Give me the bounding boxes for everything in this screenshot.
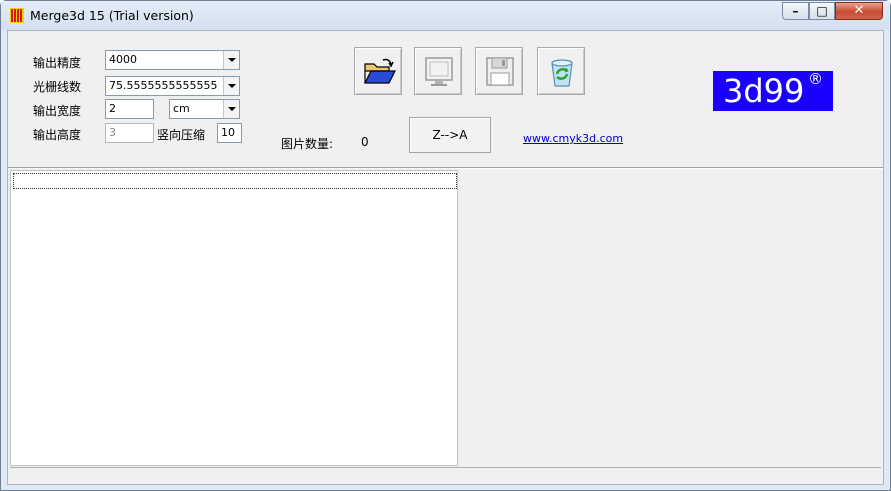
- image-count-value: 0: [361, 135, 369, 149]
- list-item[interactable]: [13, 173, 457, 189]
- close-button[interactable]: ✕: [835, 2, 883, 20]
- unit-select[interactable]: cm: [169, 99, 240, 119]
- open-button[interactable]: [354, 47, 402, 95]
- height-input: 3: [105, 123, 154, 143]
- app-icon: [10, 8, 24, 23]
- minimize-icon: –: [792, 4, 799, 18]
- floppy-disk-icon: [486, 57, 514, 86]
- lpi-select[interactable]: 75.5555555555555: [105, 76, 240, 96]
- client-area: 输出精度 4000 光栅线数 75.5555555555555 输出宽度 2 c…: [7, 30, 884, 485]
- sort-z-a-button[interactable]: Z-->A: [409, 117, 491, 153]
- clear-button[interactable]: [537, 47, 585, 95]
- width-label: 输出宽度: [33, 104, 82, 118]
- maximize-icon: □: [816, 4, 828, 18]
- chevron-down-icon[interactable]: [223, 77, 239, 95]
- maximize-button[interactable]: □: [809, 2, 835, 20]
- compress-input[interactable]: 10: [217, 123, 242, 143]
- website-link[interactable]: www.cmyk3d.com: [523, 132, 623, 145]
- logo-text: 3d99: [723, 72, 805, 110]
- window-title: Merge3d 15 (Trial version): [30, 8, 194, 23]
- app-window: Merge3d 15 (Trial version) – □ ✕ 输出精度 40…: [0, 0, 891, 491]
- unit-value: cm: [173, 102, 190, 115]
- preview-button[interactable]: [414, 47, 462, 95]
- lpi-label: 光栅线数: [33, 80, 82, 94]
- chevron-down-icon[interactable]: [223, 51, 239, 69]
- close-icon: ✕: [853, 3, 865, 18]
- width-input[interactable]: 2: [105, 99, 154, 119]
- compress-label: 竖向压缩: [157, 128, 206, 142]
- brand-logo: 3d99 ®: [713, 70, 833, 111]
- height-label: 输出高度: [33, 128, 82, 142]
- divider: [8, 167, 883, 169]
- registered-mark: ®: [808, 70, 823, 88]
- resolution-select[interactable]: 4000: [105, 50, 240, 70]
- chevron-down-icon[interactable]: [223, 100, 239, 118]
- monitor-icon: [425, 57, 453, 86]
- save-button[interactable]: [475, 47, 523, 95]
- lpi-value: 75.5555555555555: [109, 79, 218, 92]
- minimize-button[interactable]: –: [782, 2, 809, 20]
- image-count-label: 图片数量:: [281, 137, 334, 151]
- resolution-label: 输出精度: [33, 56, 82, 70]
- status-bar: [10, 467, 881, 484]
- title-bar[interactable]: Merge3d 15 (Trial version) – □ ✕: [1, 1, 890, 30]
- folder-open-icon: [364, 58, 396, 84]
- recycle-bin-icon: [551, 59, 573, 87]
- image-list[interactable]: [10, 170, 458, 466]
- resolution-value: 4000: [109, 53, 137, 66]
